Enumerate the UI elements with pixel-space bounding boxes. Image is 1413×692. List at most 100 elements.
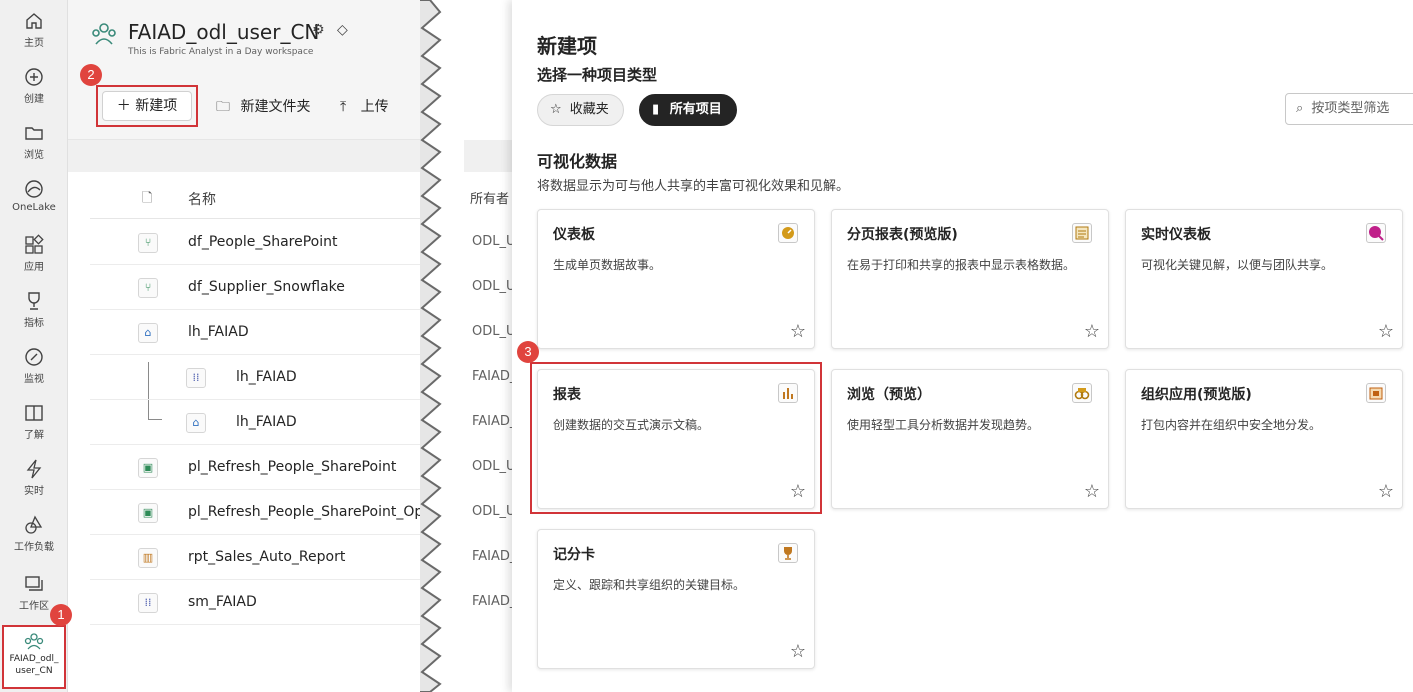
plus-icon: ＋ (116, 98, 131, 114)
list-item-child[interactable]: ⁞⁞ lh_FAIAD (90, 355, 420, 400)
item-name[interactable]: pl_Refresh_People_SharePoint_Option (188, 504, 420, 520)
owner-cell: ODL_U (472, 234, 512, 249)
item-card-org-app[interactable]: 组织应用(预览版) 打包内容并在组织中安全地分发。 ☆ (1125, 369, 1403, 509)
all-items-filter-pill[interactable]: ▮ 所有项目 (639, 94, 737, 126)
create-icon (25, 68, 43, 86)
favorite-star-icon[interactable]: ☆ (790, 323, 806, 341)
favorites-label: 收藏夹 (569, 102, 609, 117)
report-icon (778, 383, 798, 403)
owner-cell: FAIAD_ (472, 369, 512, 384)
owner-cell: ODL_U (472, 279, 512, 294)
owner-cell: ODL_U (472, 504, 512, 519)
item-card-explore[interactable]: 浏览（预览） 使用轻型工具分析数据并发现趋势。 ☆ (831, 369, 1109, 509)
favorite-star-icon[interactable]: ☆ (1084, 483, 1100, 501)
rail-item-workloads[interactable]: 工作负载 (0, 506, 68, 560)
workspaces-icon (25, 576, 43, 591)
list-item[interactable]: ▣ pl_Refresh_People_SharePoint (90, 445, 420, 490)
name-column-header[interactable]: 名称 (188, 189, 216, 209)
item-name[interactable]: df_Supplier_Snowflake (188, 279, 345, 295)
owner-column-header[interactable]: 所有者 (470, 188, 509, 207)
scorecard-trophy-icon (778, 543, 798, 563)
realtime-dashboard-icon (1366, 223, 1386, 243)
section-title: 可视化数据 (537, 152, 618, 171)
item-name[interactable]: df_People_SharePoint (188, 234, 338, 250)
item-card-report[interactable]: 报表 创建数据的交互式演示文稿。 ☆ (537, 369, 815, 509)
card-title: 组织应用(预览版) (1141, 387, 1252, 403)
org-app-icon (1366, 383, 1386, 403)
workspace-settings-icon[interactable]: ⚙ (312, 22, 325, 38)
list-item[interactable]: ⑂ df_Supplier_Snowflake (90, 265, 420, 310)
item-card-realtime-dashboard[interactable]: 实时仪表板 可视化关键见解，以便与团队共享。 ☆ (1125, 209, 1403, 349)
apps-icon (25, 234, 44, 254)
card-description: 定义、跟踪和共享组织的关键目标。 (553, 578, 746, 592)
workspace-subtitle: This is Fabric Analyst in a Day workspac… (128, 47, 314, 57)
rail-label: 指标 (24, 318, 44, 329)
new-folder-button[interactable]: 🗀 新建文件夹 (216, 96, 310, 120)
item-name[interactable]: lh_FAIAD (236, 369, 297, 385)
card-description: 使用轻型工具分析数据并发现趋势。 (847, 418, 1040, 432)
step-badge-2: 2 (80, 64, 102, 86)
list-item[interactable]: ▣ pl_Refresh_People_SharePoint_Option (90, 490, 420, 535)
rail-label: 工作负载 (14, 542, 54, 553)
item-card-dashboard[interactable]: 仪表板 生成单页数据故事。 ☆ (537, 209, 815, 349)
item-name[interactable]: rpt_Sales_Auto_Report (188, 549, 345, 565)
step-badge-1: 1 (50, 604, 72, 626)
rail-label: 实时 (24, 486, 44, 497)
rail-item-home[interactable]: 主页 (0, 2, 68, 56)
step-badge-3: 3 (517, 341, 539, 363)
rail-item-monitor[interactable]: 监视 (0, 338, 68, 392)
favorite-star-icon[interactable]: ☆ (790, 483, 806, 501)
item-card-scorecard[interactable]: 记分卡 定义、跟踪和共享组织的关键目标。 ☆ (537, 529, 815, 669)
favorites-filter-pill[interactable]: ☆ 收藏夹 (537, 94, 624, 126)
favorite-star-icon[interactable]: ☆ (1378, 323, 1394, 341)
home-icon (26, 13, 42, 29)
favorite-star-icon[interactable]: ☆ (790, 643, 806, 661)
item-name[interactable]: lh_FAIAD (188, 324, 249, 340)
card-title: 浏览（预览） (847, 387, 931, 403)
rail-item-apps[interactable]: 应用 (0, 226, 68, 280)
owner-cell: ODL_U (472, 459, 512, 474)
list-item[interactable]: ▥ rpt_Sales_Auto_Report (90, 535, 420, 580)
list-item[interactable]: ⌂ lh_FAIAD (90, 310, 420, 355)
filter-placeholder: 按项类型筛选 (1311, 101, 1390, 116)
realtime-icon (26, 459, 42, 479)
dataflow-icon: ⑂ (138, 278, 158, 298)
new-item-button[interactable]: ＋ 新建项 (102, 91, 192, 121)
document-icon: ▮ (652, 102, 660, 117)
list-item[interactable]: ⁞⁞ sm_FAIAD (90, 580, 420, 625)
rail-item-metrics[interactable]: 指标 (0, 282, 68, 336)
folder-add-icon: 🗀 (216, 99, 230, 115)
favorite-star-icon[interactable]: ☆ (1084, 323, 1100, 341)
list-item-child[interactable]: ⌂ lh_FAIAD (90, 400, 420, 445)
panel-title: 新建项 (537, 34, 597, 58)
workspace-logo-icon (92, 23, 116, 45)
rail-item-learn[interactable]: 了解 (0, 394, 68, 448)
item-name[interactable]: sm_FAIAD (188, 594, 257, 610)
paginated-report-icon (1072, 223, 1092, 243)
card-title: 实时仪表板 (1141, 227, 1211, 243)
owner-cell: FAIAD_ (472, 549, 512, 564)
rail-item-create[interactable]: 创建 (0, 58, 68, 112)
rail-item-browse[interactable]: 浏览 (0, 114, 68, 168)
strip-gray-band (464, 140, 512, 172)
upload-button[interactable]: ⤒ 上传 (340, 96, 389, 116)
workspace-panel: FAIAD_odl_user_CN This is Fabric Analyst… (68, 0, 420, 692)
rail-item-realtime[interactable]: 实时 (0, 450, 68, 504)
item-name[interactable]: lh_FAIAD (236, 414, 297, 430)
upload-arrow-icon: ⤒ (340, 99, 347, 115)
item-card-paginated-report[interactable]: 分页报表(预览版) 在易于打印和共享的报表中显示表格数据。 ☆ (831, 209, 1109, 349)
rail-item-onelake[interactable]: OneLake (0, 170, 68, 224)
item-type-filter-input[interactable]: ⌕ 按项类型筛选 (1285, 93, 1413, 125)
search-icon: ⌕ (1296, 101, 1304, 116)
favorite-star-icon[interactable]: ☆ (1378, 483, 1394, 501)
upload-label: 上传 (360, 99, 389, 115)
rail-item-current-workspace[interactable]: FAIAD_odl_ user_CN (2, 625, 66, 689)
rail-label: 了解 (24, 430, 44, 441)
workspace-header: FAIAD_odl_user_CN This is Fabric Analyst… (68, 0, 420, 72)
list-item[interactable]: ⑂ df_People_SharePoint (90, 220, 420, 265)
semantic-model-icon: ⁞⁞ (138, 593, 158, 613)
owner-cell: ODL_U (472, 324, 512, 339)
item-name[interactable]: pl_Refresh_People_SharePoint (188, 459, 396, 475)
card-title: 报表 (553, 387, 581, 403)
star-outline-icon: ☆ (550, 102, 562, 117)
